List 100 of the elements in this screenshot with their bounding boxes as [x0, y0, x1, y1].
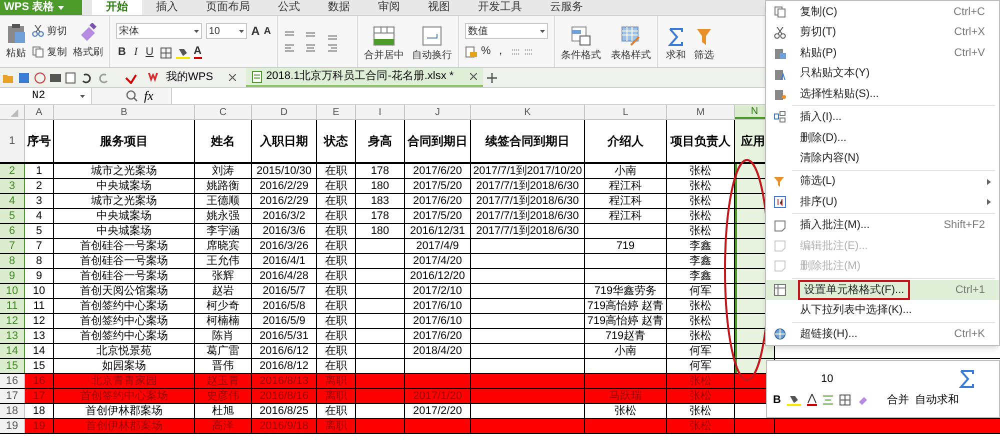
dropdown-icon[interactable] — [80, 94, 85, 98]
submenu-arrow-icon[interactable] — [987, 199, 991, 206]
table-format-icon[interactable] — [774, 284, 786, 296]
dropdown-icon[interactable] — [239, 30, 244, 33]
insert-rows-icon[interactable] — [774, 111, 786, 124]
grow-font-button[interactable]: A — [251, 22, 260, 40]
close-icon[interactable] — [229, 74, 236, 81]
zoom-icon[interactable] — [126, 90, 138, 102]
menu-item[interactable]: 选择性粘贴(S)... — [766, 84, 999, 104]
column-header[interactable]: E — [317, 105, 356, 119]
fill-color-icon[interactable] — [176, 46, 190, 58]
filter-button[interactable]: 筛选 — [694, 28, 714, 63]
borders-icon[interactable] — [160, 46, 172, 58]
function-label[interactable]: fx — [144, 86, 154, 106]
font-color-button[interactable]: A — [194, 46, 202, 59]
row-header[interactable]: 16 — [0, 374, 25, 388]
font-size-field[interactable]: 10 — [206, 23, 248, 40]
ribbon-tab[interactable]: 页面布局 — [192, 0, 264, 15]
document-tab[interactable]: 2018.1北京万科员工合同-花名册.xlsx * — [246, 68, 483, 87]
number-format-field[interactable]: 数值 — [465, 23, 548, 40]
sigma-icon[interactable] — [668, 28, 684, 46]
fill-color-icon[interactable] — [786, 394, 801, 406]
row-header[interactable]: 18 — [0, 404, 25, 418]
comma-button[interactable]: ， — [494, 43, 506, 60]
ribbon-tab[interactable]: 审阅 — [364, 0, 414, 15]
ribbon-tab[interactable]: 公式 — [264, 0, 314, 15]
wrap-text-icon[interactable] — [421, 26, 443, 46]
brush-icon[interactable] — [856, 394, 869, 406]
plus-icon[interactable] — [486, 72, 497, 82]
selected-cell[interactable] — [735, 344, 775, 358]
menu-item[interactable]: 剪切(T) Ctrl+X — [766, 22, 999, 43]
font-color-icon[interactable] — [806, 394, 817, 406]
scissors-icon[interactable] — [774, 26, 786, 39]
column-header[interactable]: C — [195, 105, 252, 119]
font-name-field[interactable]: 宋体 — [116, 23, 202, 40]
copy-icon[interactable] — [32, 46, 44, 58]
italic-button[interactable]: I — [132, 44, 140, 61]
borders-icon[interactable] — [838, 394, 851, 406]
cut-button[interactable]: 剪切 — [32, 24, 67, 38]
clipboard-icon[interactable] — [6, 22, 26, 44]
bold-button[interactable]: B — [773, 392, 781, 408]
menu-item[interactable]: 粘贴(P) Ctrl+V — [766, 42, 999, 64]
dropdown-icon[interactable] — [194, 30, 199, 33]
clipboard-icon[interactable] — [774, 47, 786, 60]
document-tab[interactable]: 我的WPS — [142, 68, 242, 87]
paste-button[interactable]: 粘贴 — [6, 22, 26, 61]
menu-item[interactable]: 设置单元格格式(F)... Ctrl+1 — [766, 280, 999, 300]
copy-icon[interactable] — [774, 6, 786, 18]
menu-item[interactable]: 只粘贴文本(Y) — [766, 63, 999, 84]
column-header[interactable]: J — [405, 105, 471, 119]
clipboard-icon[interactable] — [774, 68, 786, 80]
ribbon-tab[interactable]: 开发工具 — [464, 0, 536, 15]
table-style-button[interactable]: 表格样式 — [611, 26, 651, 63]
currency-icon[interactable] — [465, 46, 477, 58]
menu-item[interactable]: 筛选(L) — [766, 172, 999, 192]
ribbon-tab[interactable]: 插入 — [142, 0, 192, 15]
ribbon-tab[interactable]: 视图 — [414, 0, 464, 15]
ribbon-tab[interactable]: 云服务 — [536, 0, 597, 15]
name-box[interactable]: N2 — [0, 88, 92, 104]
spreadsheet-file-icon[interactable] — [252, 70, 262, 82]
row-header[interactable]: 19 — [0, 419, 25, 433]
row-header[interactable]: 1 — [0, 120, 25, 162]
wrap-text-button[interactable]: 自动换行 — [412, 26, 452, 63]
copy-button[interactable]: 复制 — [32, 44, 67, 60]
column-header[interactable]: A — [25, 105, 54, 119]
submenu-arrow-icon[interactable] — [987, 178, 991, 185]
align-center-icon[interactable] — [822, 395, 833, 405]
percent-button[interactable]: % — [481, 43, 491, 60]
merge-center-button[interactable]: 合并居中 — [364, 26, 404, 63]
funnel-icon[interactable] — [696, 28, 712, 46]
ribbon-tab[interactable]: 数据 — [314, 0, 364, 15]
merge-cells-icon[interactable] — [373, 26, 395, 46]
menu-item[interactable]: 复制(C) Ctrl+C — [766, 2, 999, 22]
menu-item[interactable]: 从下拉列表中选择(K)... — [766, 300, 999, 321]
row-header[interactable]: 6 — [0, 224, 25, 238]
table-brush-icon[interactable] — [621, 26, 641, 46]
format-painter-button[interactable]: 格式刷 — [73, 23, 103, 60]
sigma-icon[interactable] — [959, 370, 975, 388]
autosum-button[interactable]: 自动求和 — [914, 392, 959, 408]
menu-item[interactable]: 插入批注(M)... Shift+F2 — [766, 215, 999, 236]
globe-link-icon[interactable] — [774, 328, 786, 340]
menu-item[interactable]: 超链接(H)... Ctrl+K — [766, 324, 999, 344]
sum-button[interactable]: 求和 — [666, 28, 686, 63]
column-header[interactable]: D — [252, 105, 317, 119]
shrink-font-button[interactable]: A — [264, 24, 271, 39]
column-header[interactable]: B — [54, 105, 195, 119]
table-format-icon[interactable] — [571, 26, 591, 46]
close-icon[interactable] — [470, 73, 477, 80]
dropdown-icon[interactable] — [540, 30, 545, 33]
row-header[interactable]: 17 — [0, 389, 25, 403]
funnel-icon[interactable] — [774, 176, 786, 188]
column-header[interactable]: K — [471, 105, 585, 119]
conditional-format-button[interactable]: 条件格式 — [561, 26, 601, 63]
scissors-icon[interactable] — [32, 25, 44, 37]
merge-button[interactable]: 合并 — [886, 392, 909, 408]
font-size-value[interactable]: 10 — [821, 370, 834, 387]
menu-item[interactable]: 排序(U) — [766, 192, 999, 212]
dropdown-icon[interactable] — [58, 6, 64, 10]
clipboard-icon[interactable] — [774, 88, 786, 100]
sort-icon[interactable] — [774, 196, 786, 208]
